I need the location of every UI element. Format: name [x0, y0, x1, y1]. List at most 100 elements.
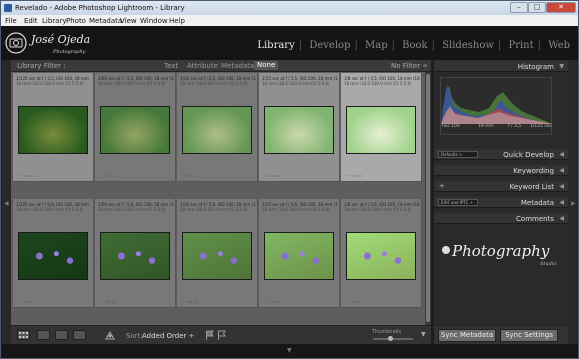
quick-develop-title: Quick Develop [503, 151, 554, 159]
filter-tab-attribute[interactable]: Attribute [187, 62, 218, 70]
comments-panel-header[interactable]: Comments ◀ [434, 213, 568, 224]
photo-thumbnail[interactable] [18, 106, 88, 154]
photo-thumbnail[interactable] [182, 232, 252, 280]
cell-lens-info: 18 mm (18.0-100.0 mm f/3.5-5.6) [16, 81, 84, 86]
add-keyword-icon[interactable]: + [439, 182, 445, 190]
identity-plate: José Ojeda Photography Library | Develop |… [1, 26, 578, 60]
keywording-expand-icon[interactable]: ◀ [559, 167, 564, 174]
compare-view-button[interactable] [55, 330, 68, 340]
module-library[interactable]: Library [257, 40, 294, 51]
photo-thumbnail[interactable] [100, 232, 170, 280]
menu-window[interactable]: Window [140, 17, 168, 25]
sync-bar: Sync Metadata Sync Settings [434, 325, 568, 344]
keyword-list-expand-icon[interactable]: ◀ [559, 183, 564, 190]
module-web[interactable]: Web [548, 40, 570, 51]
keywording-title: Keywording [513, 167, 554, 175]
minimize-button[interactable]: – [510, 2, 528, 13]
grid-cell[interactable]: 1/8 sec at f / 5,6, ISO 100, 18 mm (18.0… [341, 199, 422, 308]
grid-cell[interactable]: 1/30 sec at f / 3,5, ISO 100, 18 mm (18.… [177, 73, 258, 182]
toolbar-menu-arrow-icon[interactable]: ▼ [421, 331, 426, 338]
photo-thumbnail[interactable] [264, 232, 334, 280]
menu-file[interactable]: File [5, 17, 17, 25]
menu-photo[interactable]: Photo [66, 17, 86, 25]
cell-lens-info: 18 mm (18.0-100.0 mm f/3.5-5.6) [98, 81, 166, 86]
close-button[interactable]: ✕ [546, 2, 576, 13]
cell-lens-info: 18 mm (18.0-100.0 mm f/3.5-5.6) [262, 81, 330, 86]
window-title: Revelado - Adobe Photoshop Lightroom - L… [15, 4, 185, 12]
right-panel-arrow-icon[interactable]: ▶ [571, 200, 576, 207]
filter-tab-none[interactable]: None [254, 61, 279, 70]
grid-cell[interactable]: 1/15 sec at f / 3,5, ISO 100, 18 mm (18.… [259, 73, 340, 182]
grid-cell[interactable]: 1/30 sec at f / 5,6, ISO 100, 18 mm (18.… [177, 199, 258, 308]
keyword-list-panel-header[interactable]: + Keyword List ◀ [434, 181, 568, 192]
menu-help[interactable]: Help [169, 17, 185, 25]
metadata-panel-header[interactable]: EXIF and IPTC ÷ Metadata ◀ [434, 197, 568, 208]
module-develop[interactable]: Develop [309, 40, 350, 51]
flag-reject-icon[interactable] [217, 330, 226, 341]
sort-order-select[interactable]: Added Order ÷ [142, 332, 195, 340]
cell-lens-info: 18 mm (18.0-100.0 mm f/3.5-5.6) [16, 207, 84, 212]
quick-develop-expand-icon[interactable]: ◀ [559, 151, 564, 158]
filter-preset-select[interactable]: No Filter ÷ [391, 62, 428, 70]
left-panel-collapsed[interactable]: ◀ [2, 60, 11, 344]
thumbnail-size-knob[interactable] [388, 336, 393, 341]
module-book[interactable]: Book [402, 40, 427, 51]
module-slideshow[interactable]: Slideshow [442, 40, 494, 51]
cell-badges: · · · ▭ ▭ [17, 173, 34, 178]
menu-metadata[interactable]: Metadata [89, 17, 122, 25]
sync-metadata-button[interactable]: Sync Metadata [438, 329, 496, 342]
photo-thumbnail[interactable] [182, 106, 252, 154]
photo-thumbnail[interactable] [346, 232, 416, 280]
sort-label: Sort: [126, 332, 143, 340]
grid-cell[interactable]: 1/125 sec at f / 5,6, ISO 100, 18 mm 18 m… [13, 199, 94, 308]
menu-edit[interactable]: Edit [24, 17, 38, 25]
filter-tab-metadata[interactable]: Metadata [221, 62, 254, 70]
logo-subtitle: Photography [52, 49, 86, 55]
right-panel-edge[interactable]: ▶ [568, 60, 578, 344]
menu-library[interactable]: Library [42, 17, 66, 25]
metadata-preset-select[interactable]: EXIF and IPTC ÷ [438, 199, 478, 206]
histogram-focal: 18 mm [478, 124, 494, 129]
thumbnail-size-slider[interactable] [373, 338, 413, 340]
photo-thumbnail[interactable] [18, 232, 88, 280]
title-bar: Revelado - Adobe Photoshop Lightroom - L… [1, 1, 578, 15]
module-print[interactable]: Print [508, 40, 533, 51]
loupe-view-button[interactable] [37, 330, 50, 340]
quick-develop-panel-header[interactable]: Defaults ÷ Quick Develop ◀ [434, 149, 568, 160]
grid-cell[interactable]: 1/60 sec at f / 3,5, ISO 100, 18 mm (18.… [95, 73, 176, 182]
histogram-panel-header[interactable]: Histogram ▼ [434, 61, 568, 72]
grid-cell[interactable]: 1/125 sec at f / 3,5, ISO 100, 18 mm 18 m… [13, 73, 94, 182]
quick-develop-preset-select[interactable]: Defaults ÷ [438, 151, 478, 158]
left-panel-arrow-icon[interactable]: ◀ [4, 200, 9, 207]
cell-lens-info: 18 mm (18.0-100.0 mm f/3.5-5.6) [98, 207, 166, 212]
thumbnail-grid: 1/125 sec at f / 3,5, ISO 100, 18 mm 18 m… [11, 72, 431, 325]
cell-badges: · · · ▭ ▭ [263, 299, 280, 304]
histogram-collapse-icon[interactable]: ▼ [559, 63, 564, 70]
comments-expand-icon[interactable]: ◀ [559, 215, 564, 222]
photo-thumbnail[interactable] [100, 106, 170, 154]
grid-scrollbar-thumb[interactable] [426, 74, 430, 322]
photo-thumbnail[interactable] [264, 106, 334, 154]
filter-tab-text[interactable]: Text [164, 62, 178, 70]
maximize-button[interactable]: □ [528, 2, 546, 13]
module-map[interactable]: Map [365, 40, 388, 51]
grid-cell[interactable]: 1/60 sec at f / 5,6, ISO 100, 18 mm (18.… [95, 199, 176, 308]
grid-scrollbar[interactable] [425, 72, 431, 325]
sync-settings-button[interactable]: Sync Settings [500, 329, 558, 342]
painter-icon[interactable] [103, 330, 117, 341]
histogram-iso: ISO 100 [442, 124, 460, 129]
grid-cell[interactable]: 1/8 sec at f / 3,5, ISO 100, 18 mm (18.0… [341, 73, 422, 182]
flag-pick-icon[interactable] [205, 330, 214, 341]
photographer-logo: José Ojeda Photography [5, 32, 90, 55]
keywording-panel-header[interactable]: Keywording ◀ [434, 165, 568, 176]
cell-lens-info: 18 mm (18.0-100.0 mm f/3.5-5.6) [180, 81, 248, 86]
grid-view-button[interactable] [17, 330, 30, 340]
filmstrip-arrow-icon[interactable]: ▼ [287, 347, 292, 354]
menu-view[interactable]: View [120, 17, 137, 25]
grid-cell[interactable]: 1/15 sec at f / 5,6, ISO 100, 18 mm (18.… [259, 199, 340, 308]
filmstrip-collapsed[interactable]: ▼ [2, 344, 578, 358]
photo-thumbnail[interactable] [346, 106, 416, 154]
survey-view-button[interactable] [73, 330, 86, 340]
module-picker: Library | Develop | Map | Book | Slideshow | … [257, 40, 570, 51]
metadata-expand-icon[interactable]: ◀ [559, 199, 564, 206]
